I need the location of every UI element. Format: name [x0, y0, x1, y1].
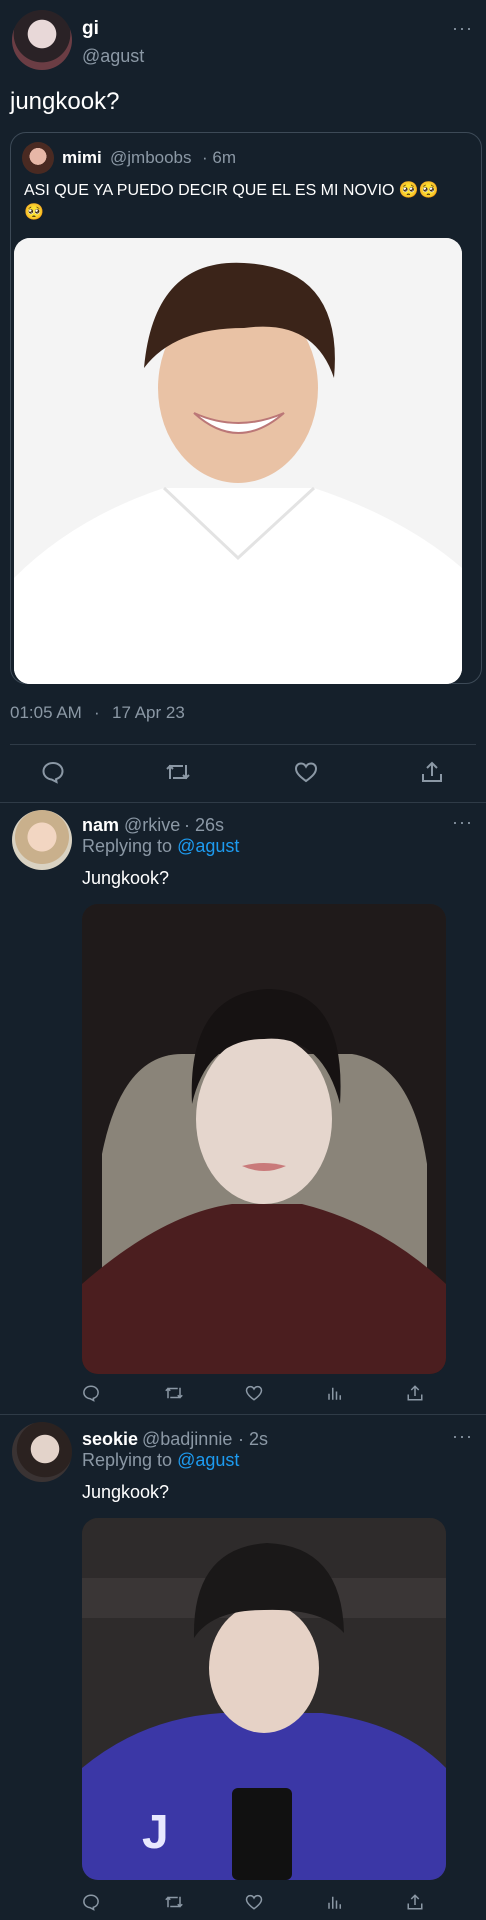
quoted-author-handle: @jmboobs: [110, 148, 192, 167]
tweet-time[interactable]: · 2s: [238, 1429, 268, 1450]
author-handle[interactable]: @agust: [82, 46, 144, 67]
tweet-text: jungkook?: [10, 88, 120, 115]
reply-text: Jungkook?: [82, 868, 170, 888]
like-icon[interactable]: [245, 1384, 263, 1402]
author-name[interactable]: seokie: [82, 1429, 138, 1450]
svg-text:J: J: [142, 1806, 169, 1859]
author-handle[interactable]: @badjinnie: [142, 1429, 232, 1450]
replying-to-label: Replying to: [82, 1450, 178, 1470]
reply-text: Jungkook?: [82, 1482, 170, 1502]
divider: [0, 1414, 486, 1415]
views-icon[interactable]: [326, 1384, 344, 1402]
share-icon[interactable]: [406, 1384, 424, 1402]
like-icon[interactable]: [245, 1893, 263, 1911]
avatar[interactable]: [12, 1422, 72, 1482]
share-icon[interactable]: [406, 1893, 424, 1911]
more-options-button[interactable]: ···: [452, 18, 473, 39]
divider: [0, 802, 486, 803]
reply-photo[interactable]: J: [82, 1518, 446, 1880]
replying-to: Replying to @agust: [82, 836, 239, 857]
avatar[interactable]: [12, 10, 72, 70]
share-icon[interactable]: [420, 760, 444, 784]
avatar: [22, 142, 54, 174]
reply-icon[interactable]: [82, 1384, 100, 1402]
author-name[interactable]: gi: [82, 18, 99, 40]
author-name[interactable]: nam: [82, 815, 119, 836]
quoted-tweet-text: ASI QUE YA PUEDO DECIR QUE EL ES MI NOVI…: [24, 182, 439, 221]
quoted-time: · 6m: [202, 148, 236, 167]
retweet-icon[interactable]: [165, 760, 191, 784]
tweet-date[interactable]: 17 Apr 23: [112, 703, 185, 723]
divider: [10, 744, 476, 745]
reply-icon[interactable]: [82, 1893, 100, 1911]
replying-to: Replying to @agust: [82, 1450, 239, 1471]
views-icon[interactable]: [326, 1893, 344, 1911]
author-handle[interactable]: @rkive: [124, 815, 180, 836]
like-icon[interactable]: [294, 760, 318, 784]
reply-photo[interactable]: [82, 904, 446, 1374]
timestamp-separator: ·: [94, 703, 100, 722]
retweet-icon[interactable]: [164, 1893, 184, 1911]
more-options-button[interactable]: ···: [452, 1426, 473, 1447]
retweet-icon[interactable]: [164, 1384, 184, 1402]
quoted-author-name: mimi: [62, 148, 102, 167]
more-options-button[interactable]: ···: [452, 812, 473, 833]
replying-to-handle[interactable]: @agust: [177, 1450, 239, 1470]
quoted-tweet-photo[interactable]: [14, 238, 462, 684]
tweet-timestamp[interactable]: 01:05 AM: [10, 703, 82, 723]
replying-to-label: Replying to: [82, 836, 178, 856]
replying-to-handle[interactable]: @agust: [177, 836, 239, 856]
avatar[interactable]: [12, 810, 72, 870]
reply-icon[interactable]: [41, 760, 65, 784]
tweet-time[interactable]: · 26s: [184, 815, 224, 836]
